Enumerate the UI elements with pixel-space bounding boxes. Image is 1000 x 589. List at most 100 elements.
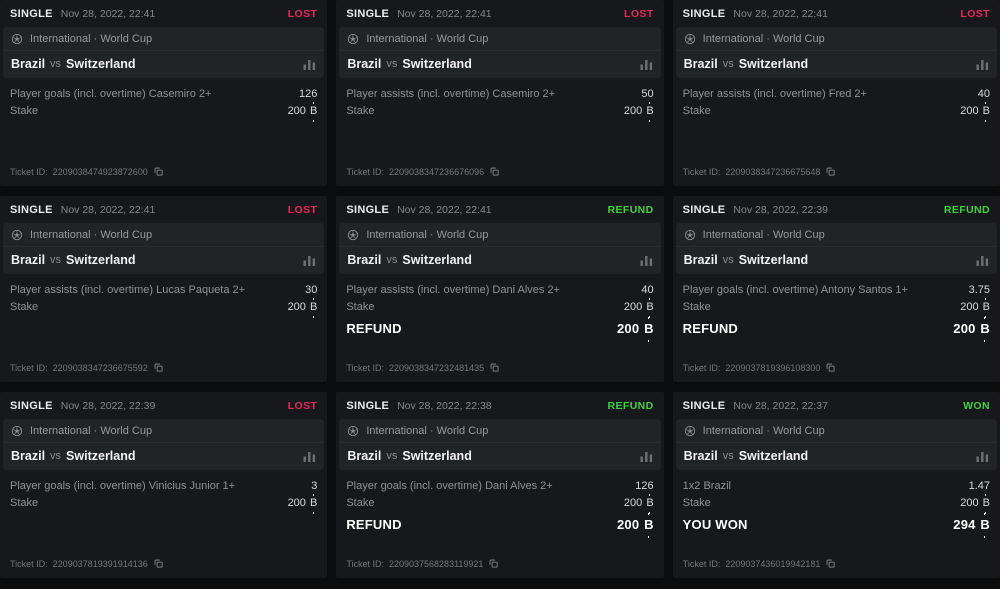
- ticket-row: Ticket ID: 2209037819391914136: [10, 558, 164, 569]
- teams-row: Brazil vs Switzerland: [3, 247, 324, 274]
- ticket-id-prefix: Ticket ID:: [683, 167, 721, 177]
- selection-label: Player goals (incl. overtime) Vinicius J…: [10, 478, 235, 495]
- bar-chart-icon[interactable]: [640, 58, 653, 70]
- bar-chart-icon[interactable]: [303, 450, 316, 462]
- team-away: Switzerland: [739, 57, 808, 71]
- bet-card: SINGLE Nov 28, 2022, 22:39 LOST Internat…: [0, 392, 327, 578]
- bet-details: Player goals (incl. overtime) Vinicius J…: [0, 470, 327, 512]
- bar-chart-icon[interactable]: [640, 254, 653, 266]
- ticket-id-value: 2209037819396108300: [725, 363, 820, 373]
- copy-icon[interactable]: [825, 362, 836, 373]
- team-home: Brazil: [347, 253, 381, 267]
- copy-icon[interactable]: [489, 362, 500, 373]
- team-home: Brazil: [684, 253, 718, 267]
- stake-row: Stake 200 B: [346, 103, 653, 120]
- bet-type-label: SINGLE: [346, 400, 389, 412]
- league-label: International · World Cup: [366, 33, 488, 45]
- match-panel: International · World Cup Brazil vs Swit…: [339, 27, 660, 78]
- selection-label: 1x2 Brazil: [683, 478, 731, 495]
- bar-chart-icon[interactable]: [976, 254, 989, 266]
- league-label: International · World Cup: [703, 229, 825, 241]
- bar-chart-icon[interactable]: [640, 450, 653, 462]
- odds-value: 126: [299, 86, 317, 103]
- stake-row: Stake 200 B: [10, 495, 317, 512]
- selection-label: Player goals (incl. overtime) Casemiro 2…: [10, 86, 211, 103]
- bar-chart-icon[interactable]: [303, 58, 316, 70]
- selection-row: Player assists (incl. overtime) Dani Alv…: [346, 282, 653, 299]
- selection-label: Player assists (incl. overtime) Lucas Pa…: [10, 282, 245, 299]
- soccer-ball-icon: [11, 425, 23, 437]
- bet-history-grid: SINGLE Nov 28, 2022, 22:41 LOST Internat…: [0, 0, 1000, 578]
- league-row: International · World Cup: [3, 223, 324, 247]
- card-header: SINGLE Nov 28, 2022, 22:41 LOST: [673, 0, 1000, 27]
- bet-type-label: SINGLE: [10, 204, 53, 216]
- copy-icon[interactable]: [488, 558, 499, 569]
- copy-icon[interactable]: [825, 558, 836, 569]
- league-label: International · World Cup: [30, 33, 152, 45]
- team-away: Switzerland: [402, 253, 471, 267]
- odds-value: 40: [641, 282, 653, 299]
- selection-row: 1x2 Brazil 1.47: [683, 478, 990, 495]
- odds-value: 3: [311, 478, 317, 495]
- card-header: SINGLE Nov 28, 2022, 22:39 LOST: [0, 392, 327, 419]
- ticket-id-value: 2209037819391914136: [53, 559, 148, 569]
- result-row: REFUND 200 B: [683, 318, 990, 340]
- teams-row: Brazil vs Switzerland: [339, 443, 660, 470]
- vs-label: vs: [723, 254, 734, 266]
- soccer-ball-icon: [347, 425, 359, 437]
- league-label: International · World Cup: [703, 425, 825, 437]
- teams-row: Brazil vs Switzerland: [339, 247, 660, 274]
- ticket-row: Ticket ID: 2209037436019942181: [683, 558, 837, 569]
- bet-type-label: SINGLE: [683, 400, 726, 412]
- bet-datetime: Nov 28, 2022, 22:39: [733, 204, 828, 216]
- status-badge: LOST: [624, 8, 654, 20]
- copy-icon[interactable]: [825, 166, 836, 177]
- ticket-row: Ticket ID: 2209037568283119921: [346, 558, 499, 569]
- selection-row: Player goals (incl. overtime) Casemiro 2…: [10, 86, 317, 103]
- bet-card: SINGLE Nov 28, 2022, 22:37 WON Internati…: [673, 392, 1000, 578]
- selection-label: Player goals (incl. overtime) Antony San…: [683, 282, 908, 299]
- teams-row: Brazil vs Switzerland: [676, 443, 997, 470]
- teams-row: Brazil vs Switzerland: [676, 51, 997, 78]
- ticket-id-prefix: Ticket ID:: [346, 559, 384, 569]
- team-home: Brazil: [684, 57, 718, 71]
- stake-label: Stake: [10, 103, 38, 120]
- stake-label: Stake: [683, 103, 711, 120]
- team-home: Brazil: [684, 449, 718, 463]
- stake-row: Stake 200 B: [10, 299, 317, 316]
- bet-datetime: Nov 28, 2022, 22:41: [397, 204, 492, 216]
- bar-chart-icon[interactable]: [303, 254, 316, 266]
- copy-icon[interactable]: [153, 166, 164, 177]
- ticket-row: Ticket ID: 2209038347236675592: [10, 362, 164, 373]
- stake-row: Stake 200 B: [683, 495, 990, 512]
- ticket-id-value: 2209038347232481435: [389, 363, 484, 373]
- bet-type-label: SINGLE: [346, 8, 389, 20]
- copy-icon[interactable]: [153, 362, 164, 373]
- odds-value: 126: [635, 478, 653, 495]
- match-panel: International · World Cup Brazil vs Swit…: [339, 223, 660, 274]
- league-row: International · World Cup: [339, 223, 660, 247]
- copy-icon[interactable]: [489, 166, 500, 177]
- btc-symbol: B: [310, 103, 317, 120]
- btc-symbol: B: [983, 103, 990, 120]
- stake-label: Stake: [10, 495, 38, 512]
- btc-symbol: B: [646, 299, 653, 316]
- card-header: SINGLE Nov 28, 2022, 22:41 LOST: [0, 196, 327, 223]
- league-row: International · World Cup: [3, 27, 324, 51]
- bar-chart-icon[interactable]: [976, 58, 989, 70]
- btc-symbol: B: [983, 299, 990, 316]
- soccer-ball-icon: [11, 229, 23, 241]
- stake-label: Stake: [10, 299, 38, 316]
- bar-chart-icon[interactable]: [976, 450, 989, 462]
- bet-details: Player assists (incl. overtime) Dani Alv…: [336, 274, 663, 340]
- copy-icon[interactable]: [153, 558, 164, 569]
- result-value: 200 B: [617, 514, 654, 536]
- league-row: International · World Cup: [339, 419, 660, 443]
- ticket-id-prefix: Ticket ID:: [10, 167, 48, 177]
- selection-row: Player goals (incl. overtime) Dani Alves…: [346, 478, 653, 495]
- soccer-ball-icon: [684, 229, 696, 241]
- btc-symbol: B: [310, 495, 317, 512]
- btc-symbol: B: [983, 495, 990, 512]
- ticket-id-prefix: Ticket ID:: [10, 559, 48, 569]
- stake-row: Stake 200 B: [10, 103, 317, 120]
